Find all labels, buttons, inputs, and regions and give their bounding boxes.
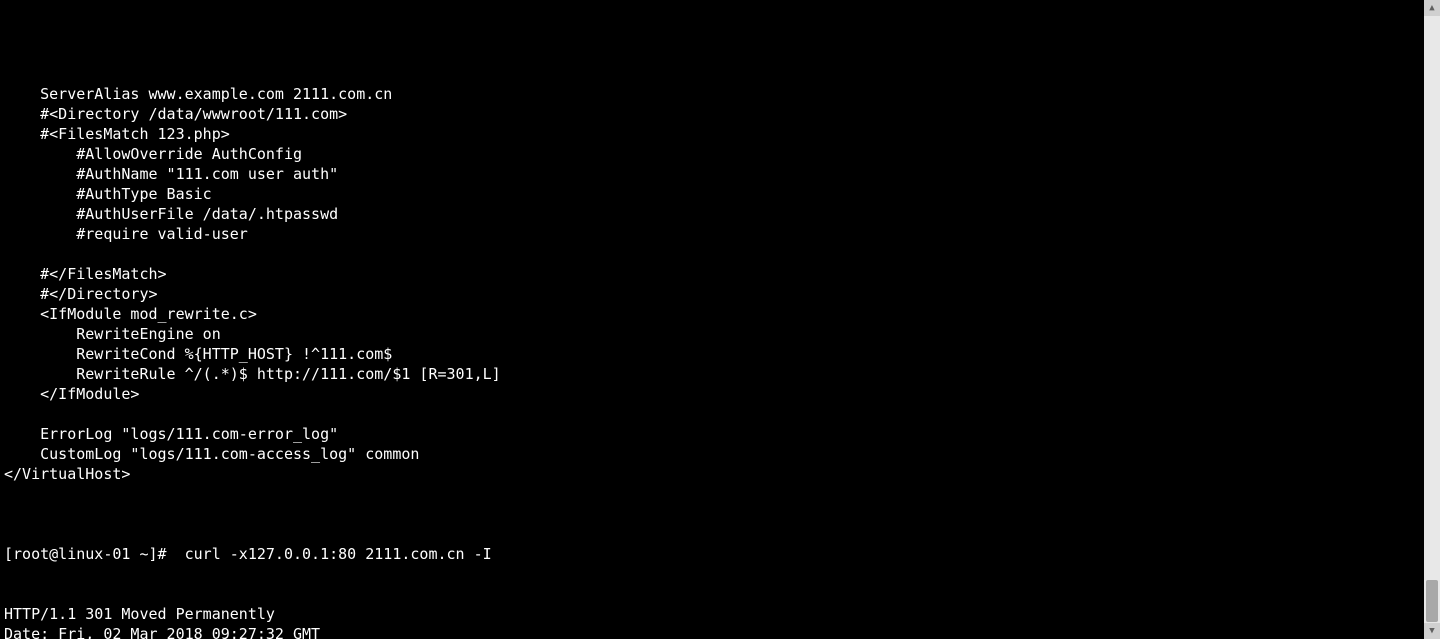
curl-response-output: HTTP/1.1 301 Moved Permanently Date: Fri… [4, 604, 1424, 639]
terminal-window: ServerAlias www.example.com 2111.com.cn … [0, 0, 1440, 639]
chevron-down-icon: ▼ [1429, 627, 1434, 636]
chevron-up-icon: ▲ [1429, 4, 1434, 13]
scroll-up-button[interactable]: ▲ [1424, 0, 1440, 16]
scroll-down-button[interactable]: ▼ [1424, 623, 1440, 639]
terminal-viewport[interactable]: ServerAlias www.example.com 2111.com.cn … [0, 0, 1424, 639]
vertical-scrollbar[interactable]: ▲ ▼ [1424, 0, 1440, 639]
scrollbar-thumb[interactable] [1426, 580, 1438, 622]
config-file-output: ServerAlias www.example.com 2111.com.cn … [4, 84, 1424, 504]
terminal-content: ServerAlias www.example.com 2111.com.cn … [0, 40, 1424, 639]
shell-prompt-command: [root@linux-01 ~]# curl -x127.0.0.1:80 2… [4, 544, 1424, 564]
